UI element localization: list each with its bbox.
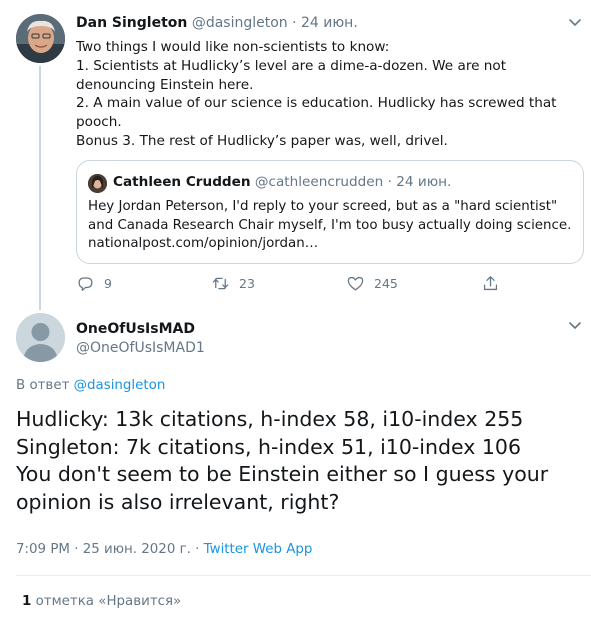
chevron-down-icon[interactable]	[567, 16, 583, 30]
author-name[interactable]: Dan Singleton	[76, 15, 187, 31]
tweet-line: 2. A main value of our science is educat…	[76, 95, 557, 131]
tweet-text: Two things I would like non-scientists t…	[76, 38, 586, 151]
separator-dot: ·	[292, 15, 297, 31]
author-handle[interactable]: @dasingleton	[192, 15, 288, 31]
retweet-button[interactable]: 23	[211, 274, 255, 293]
tweet-line: Hudlicky: 13k citations, h-index 58, i10…	[16, 407, 524, 431]
heart-icon	[347, 276, 364, 291]
reply-prefix: В ответ	[16, 378, 70, 393]
likes-label: отметка «Нравится»	[31, 594, 182, 609]
like-button[interactable]: 245	[346, 274, 398, 293]
retweet-count: 23	[239, 276, 255, 291]
tweet-header: Dan Singleton @dasingleton · 24 июн.	[76, 15, 358, 31]
quoted-author-handle: @cathleencrudden	[254, 174, 384, 190]
author-handle[interactable]: @OneOfUsIsMAD1	[76, 340, 205, 356]
divider	[16, 575, 591, 576]
avatar[interactable]	[16, 313, 65, 362]
separator-dot: ·	[387, 174, 392, 190]
reply-count: 9	[104, 276, 112, 291]
reply-handle-link[interactable]: @dasingleton	[74, 378, 166, 393]
chevron-down-icon[interactable]	[567, 319, 583, 333]
tweet-line: Two things I would like non-scientists t…	[76, 39, 390, 55]
tweet-line: Singleton: 7k citations, h-index 51, i10…	[16, 434, 522, 459]
reply-icon	[78, 277, 93, 291]
tweet-date[interactable]: 24 июн.	[301, 15, 358, 31]
quoted-date: 24 июн.	[396, 174, 452, 190]
tweet-line: 1. Scientists at Hudlicky’s level are a …	[76, 57, 507, 93]
like-count: 245	[374, 276, 398, 291]
tweet-meta: 7:09 PM · 25 июн. 2020 г. · Twitter Web …	[16, 542, 312, 557]
parent-tweet[interactable]: Dan Singleton @dasingleton · 24 июн. Two…	[0, 0, 591, 310]
tweet-line: Bonus 3. The rest of Hudlicky’s paper wa…	[76, 132, 448, 149]
author-name[interactable]: OneOfUsIsMAD	[76, 321, 195, 337]
separator-dot: ·	[190, 542, 204, 557]
quoted-text: Hey Jordan Peterson, I'd reply to your s…	[88, 199, 572, 252]
tweet-timestamp[interactable]: 7:09 PM · 25 июн. 2020 г.	[16, 542, 191, 557]
likes-summary[interactable]: 1 отметка «Нравится»	[22, 594, 181, 609]
share-button[interactable]	[481, 274, 500, 293]
tweet-actions: 9 23 245	[76, 274, 586, 294]
quoted-tweet-card[interactable]: Cathleen Crudden @cathleencrudden · 24 и…	[76, 160, 584, 264]
reply-button[interactable]: 9	[76, 274, 112, 293]
tweet-text: Hudlicky: 13k citations, h-index 58, i10…	[16, 406, 586, 516]
quoted-header: Cathleen Crudden @cathleencrudden · 24 и…	[113, 174, 451, 190]
quoted-avatar	[88, 174, 107, 193]
likes-count: 1	[22, 594, 32, 609]
quoted-author-name: Cathleen Crudden	[113, 174, 251, 190]
retweet-icon	[212, 277, 229, 290]
source-app-link[interactable]: Twitter Web App	[204, 542, 313, 557]
tweet-line: You don't seem to be Einstein either so …	[16, 462, 549, 514]
share-icon	[483, 276, 498, 291]
avatar[interactable]	[16, 14, 65, 63]
reply-context: В ответ @dasingleton	[16, 378, 165, 393]
